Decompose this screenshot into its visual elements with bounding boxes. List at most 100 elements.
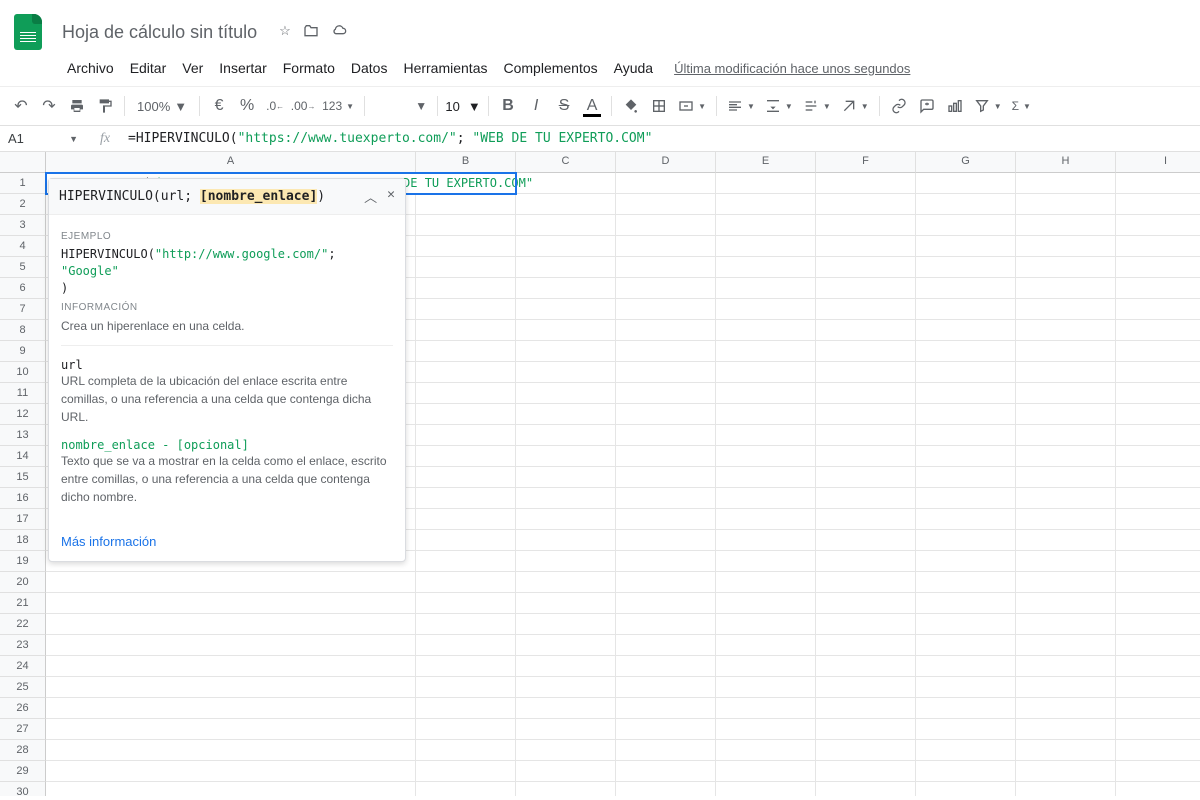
cell[interactable] xyxy=(816,173,916,194)
cell[interactable] xyxy=(46,782,416,796)
cell[interactable] xyxy=(46,593,416,614)
cell[interactable] xyxy=(516,278,616,299)
wrap-button[interactable]: ▼ xyxy=(799,93,835,119)
row-header[interactable]: 10 xyxy=(0,362,46,383)
cell[interactable] xyxy=(1016,299,1116,320)
cell[interactable] xyxy=(716,677,816,698)
cell[interactable] xyxy=(516,593,616,614)
cell[interactable] xyxy=(816,593,916,614)
cell[interactable] xyxy=(616,551,716,572)
fill-color-button[interactable] xyxy=(618,93,644,119)
cell[interactable] xyxy=(816,425,916,446)
cell[interactable] xyxy=(516,236,616,257)
font-select[interactable]: ▼ xyxy=(371,99,431,113)
redo-button[interactable]: ↷ xyxy=(36,93,62,119)
cell[interactable] xyxy=(616,341,716,362)
cell[interactable] xyxy=(916,530,1016,551)
cell[interactable] xyxy=(816,572,916,593)
cell[interactable] xyxy=(516,635,616,656)
cell[interactable] xyxy=(1016,761,1116,782)
row-header[interactable]: 9 xyxy=(0,341,46,362)
cell[interactable] xyxy=(1116,446,1200,467)
cell[interactable] xyxy=(916,341,1016,362)
cell[interactable] xyxy=(916,278,1016,299)
cell[interactable] xyxy=(716,761,816,782)
cell[interactable] xyxy=(516,341,616,362)
cell[interactable] xyxy=(1116,593,1200,614)
star-icon[interactable]: ☆ xyxy=(279,23,291,42)
cell[interactable] xyxy=(616,572,716,593)
cell[interactable] xyxy=(716,719,816,740)
cell[interactable] xyxy=(1016,362,1116,383)
cell[interactable] xyxy=(616,278,716,299)
cell[interactable] xyxy=(716,194,816,215)
cell[interactable] xyxy=(816,761,916,782)
cell[interactable] xyxy=(1116,677,1200,698)
cell[interactable] xyxy=(616,299,716,320)
zoom-select[interactable]: 100%▼ xyxy=(131,99,193,114)
cell[interactable] xyxy=(816,362,916,383)
cell[interactable] xyxy=(816,740,916,761)
row-header[interactable]: 25 xyxy=(0,677,46,698)
number-format-select[interactable]: 123▼ xyxy=(318,93,358,119)
cell[interactable] xyxy=(616,698,716,719)
cell[interactable] xyxy=(916,677,1016,698)
cell[interactable] xyxy=(916,215,1016,236)
cell[interactable] xyxy=(516,551,616,572)
cell[interactable] xyxy=(1116,341,1200,362)
cell[interactable] xyxy=(416,761,516,782)
cell[interactable] xyxy=(1116,404,1200,425)
cell[interactable] xyxy=(46,677,416,698)
row-header[interactable]: 24 xyxy=(0,656,46,677)
cell[interactable] xyxy=(1116,530,1200,551)
decrease-decimal-button[interactable]: .0← xyxy=(262,93,288,119)
cell[interactable] xyxy=(516,320,616,341)
cell[interactable] xyxy=(616,383,716,404)
cell[interactable] xyxy=(416,488,516,509)
cell[interactable] xyxy=(516,698,616,719)
cell[interactable] xyxy=(1116,299,1200,320)
cell[interactable] xyxy=(1116,761,1200,782)
cell[interactable] xyxy=(46,572,416,593)
cell[interactable] xyxy=(1016,572,1116,593)
cell[interactable] xyxy=(916,194,1016,215)
cell[interactable] xyxy=(416,698,516,719)
cell[interactable] xyxy=(916,425,1016,446)
cell[interactable] xyxy=(616,425,716,446)
link-button[interactable] xyxy=(886,93,912,119)
row-header[interactable]: 2 xyxy=(0,194,46,215)
font-size-select[interactable]: 10▼ xyxy=(444,99,482,114)
cell[interactable] xyxy=(516,761,616,782)
cell[interactable] xyxy=(816,299,916,320)
cell[interactable] xyxy=(716,383,816,404)
cell[interactable] xyxy=(1016,341,1116,362)
cell[interactable] xyxy=(716,740,816,761)
cell[interactable] xyxy=(616,677,716,698)
cell[interactable] xyxy=(1016,320,1116,341)
cell[interactable] xyxy=(46,614,416,635)
menu-datos[interactable]: Datos xyxy=(344,56,395,80)
cell[interactable] xyxy=(1116,194,1200,215)
cell[interactable] xyxy=(616,740,716,761)
row-header[interactable]: 18 xyxy=(0,530,46,551)
cell[interactable] xyxy=(716,404,816,425)
cell[interactable] xyxy=(916,761,1016,782)
rotate-button[interactable]: ▼ xyxy=(837,93,873,119)
cell[interactable] xyxy=(816,635,916,656)
cell[interactable] xyxy=(716,656,816,677)
cell[interactable] xyxy=(1116,614,1200,635)
cell[interactable] xyxy=(416,194,516,215)
cell[interactable] xyxy=(1116,257,1200,278)
cell[interactable] xyxy=(716,698,816,719)
column-header[interactable]: E xyxy=(716,152,816,173)
cell[interactable] xyxy=(516,425,616,446)
row-header[interactable]: 5 xyxy=(0,257,46,278)
halign-button[interactable]: ▼ xyxy=(723,93,759,119)
cell[interactable] xyxy=(416,635,516,656)
cell[interactable] xyxy=(616,404,716,425)
cell[interactable] xyxy=(1016,698,1116,719)
cell[interactable] xyxy=(816,278,916,299)
cell[interactable] xyxy=(716,236,816,257)
cell[interactable] xyxy=(616,173,716,194)
cell[interactable] xyxy=(616,320,716,341)
